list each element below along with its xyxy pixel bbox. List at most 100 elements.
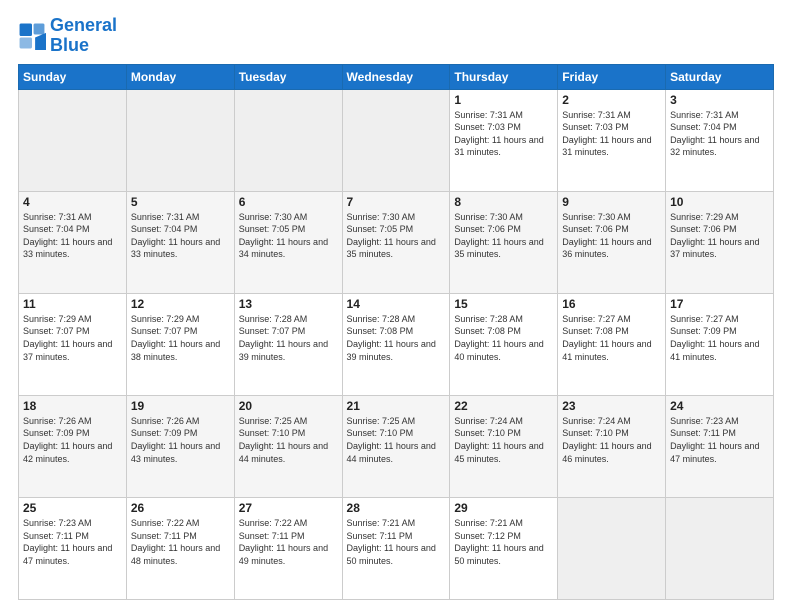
day-number: 1 [454,93,553,107]
day-number: 28 [347,501,446,515]
day-number: 26 [131,501,230,515]
day-cell: 27 Sunrise: 7:22 AM Sunset: 7:11 PM Dayli… [234,497,342,599]
day-info: Sunrise: 7:31 AM Sunset: 7:03 PM Dayligh… [454,109,553,159]
day-cell: 12 Sunrise: 7:29 AM Sunset: 7:07 PM Dayli… [126,293,234,395]
day-cell: 18Sunrise: 7:26 AM Sunset: 7:09 PM Dayli… [19,395,127,497]
weekday-header-saturday: Saturday [666,64,774,89]
day-info: Sunrise: 7:30 AM Sunset: 7:06 PM Dayligh… [562,211,661,261]
day-cell: 10 Sunrise: 7:29 AM Sunset: 7:06 PM Dayli… [666,191,774,293]
day-number: 6 [239,195,338,209]
day-cell [234,89,342,191]
day-cell: 9 Sunrise: 7:30 AM Sunset: 7:06 PM Daylig… [558,191,666,293]
day-number: 12 [131,297,230,311]
page: General Blue SundayMondayTuesdayWednesda… [0,0,792,612]
day-number: 23 [562,399,661,413]
logo: General Blue [18,16,117,56]
day-number: 25 [23,501,122,515]
day-info: Sunrise: 7:31 AM Sunset: 7:04 PM Dayligh… [23,211,122,261]
day-info: Sunrise: 7:26 AM Sunset: 7:09 PM Dayligh… [23,415,122,465]
day-cell: 14Sunrise: 7:28 AM Sunset: 7:08 PM Dayli… [342,293,450,395]
day-info: Sunrise: 7:30 AM Sunset: 7:06 PM Dayligh… [454,211,553,261]
day-info: Sunrise: 7:29 AM Sunset: 7:06 PM Dayligh… [670,211,769,261]
day-number: 29 [454,501,553,515]
day-info: Sunrise: 7:28 AM Sunset: 7:07 PM Dayligh… [239,313,338,363]
day-info: Sunrise: 7:29 AM Sunset: 7:07 PM Dayligh… [131,313,230,363]
day-info: Sunrise: 7:31 AM Sunset: 7:04 PM Dayligh… [131,211,230,261]
day-number: 7 [347,195,446,209]
day-cell [558,497,666,599]
day-cell: 25 Sunrise: 7:23 AM Sunset: 7:11 PM Dayli… [19,497,127,599]
day-info: Sunrise: 7:27 AM Sunset: 7:08 PM Dayligh… [562,313,661,363]
day-number: 13 [239,297,338,311]
weekday-header-row: SundayMondayTuesdayWednesdayThursdayFrid… [19,64,774,89]
day-number: 5 [131,195,230,209]
day-number: 2 [562,93,661,107]
weekday-header-friday: Friday [558,64,666,89]
day-info: Sunrise: 7:27 AM Sunset: 7:09 PM Dayligh… [670,313,769,363]
day-cell: 24Sunrise: 7:23 AM Sunset: 7:11 PM Dayli… [666,395,774,497]
day-info: Sunrise: 7:28 AM Sunset: 7:08 PM Dayligh… [347,313,446,363]
day-number: 9 [562,195,661,209]
day-cell: 19 Sunrise: 7:26 AM Sunset: 7:09 PM Dayli… [126,395,234,497]
day-info: Sunrise: 7:22 AM Sunset: 7:11 PM Dayligh… [131,517,230,567]
weekday-header-wednesday: Wednesday [342,64,450,89]
day-info: Sunrise: 7:21 AM Sunset: 7:12 PM Dayligh… [454,517,553,567]
day-info: Sunrise: 7:31 AM Sunset: 7:03 PM Dayligh… [562,109,661,159]
day-info: Sunrise: 7:30 AM Sunset: 7:05 PM Dayligh… [347,211,446,261]
week-row-3: 11Sunrise: 7:29 AM Sunset: 7:07 PM Dayli… [19,293,774,395]
week-row-2: 4Sunrise: 7:31 AM Sunset: 7:04 PM Daylig… [19,191,774,293]
day-cell: 4Sunrise: 7:31 AM Sunset: 7:04 PM Daylig… [19,191,127,293]
day-info: Sunrise: 7:30 AM Sunset: 7:05 PM Dayligh… [239,211,338,261]
day-cell: 28 Sunrise: 7:21 AM Sunset: 7:11 PM Dayli… [342,497,450,599]
day-info: Sunrise: 7:25 AM Sunset: 7:10 PM Dayligh… [239,415,338,465]
day-info: Sunrise: 7:29 AM Sunset: 7:07 PM Dayligh… [23,313,122,363]
day-number: 27 [239,501,338,515]
day-info: Sunrise: 7:24 AM Sunset: 7:10 PM Dayligh… [562,415,661,465]
day-cell: 11Sunrise: 7:29 AM Sunset: 7:07 PM Dayli… [19,293,127,395]
day-info: Sunrise: 7:26 AM Sunset: 7:09 PM Dayligh… [131,415,230,465]
day-cell [126,89,234,191]
day-number: 15 [454,297,553,311]
day-number: 10 [670,195,769,209]
day-info: Sunrise: 7:22 AM Sunset: 7:11 PM Dayligh… [239,517,338,567]
weekday-header-thursday: Thursday [450,64,558,89]
day-cell: 6 Sunrise: 7:30 AM Sunset: 7:05 PM Daylig… [234,191,342,293]
day-number: 8 [454,195,553,209]
logo-icon [18,22,46,50]
day-cell: 16 Sunrise: 7:27 AM Sunset: 7:08 PM Dayli… [558,293,666,395]
day-cell [19,89,127,191]
day-cell: 5 Sunrise: 7:31 AM Sunset: 7:04 PM Daylig… [126,191,234,293]
day-cell: 15 Sunrise: 7:28 AM Sunset: 7:08 PM Dayli… [450,293,558,395]
day-number: 19 [131,399,230,413]
week-row-1: 1 Sunrise: 7:31 AM Sunset: 7:03 PM Daylig… [19,89,774,191]
weekday-header-monday: Monday [126,64,234,89]
day-number: 20 [239,399,338,413]
day-number: 22 [454,399,553,413]
day-info: Sunrise: 7:28 AM Sunset: 7:08 PM Dayligh… [454,313,553,363]
day-cell: 22 Sunrise: 7:24 AM Sunset: 7:10 PM Dayli… [450,395,558,497]
day-info: Sunrise: 7:23 AM Sunset: 7:11 PM Dayligh… [23,517,122,567]
day-info: Sunrise: 7:24 AM Sunset: 7:10 PM Dayligh… [454,415,553,465]
day-number: 24 [670,399,769,413]
weekday-header-tuesday: Tuesday [234,64,342,89]
day-cell: 13 Sunrise: 7:28 AM Sunset: 7:07 PM Dayli… [234,293,342,395]
day-info: Sunrise: 7:25 AM Sunset: 7:10 PM Dayligh… [347,415,446,465]
day-cell: 7 Sunrise: 7:30 AM Sunset: 7:05 PM Daylig… [342,191,450,293]
week-row-4: 18Sunrise: 7:26 AM Sunset: 7:09 PM Dayli… [19,395,774,497]
day-cell: 1 Sunrise: 7:31 AM Sunset: 7:03 PM Daylig… [450,89,558,191]
logo-text: General Blue [50,16,117,56]
week-row-5: 25 Sunrise: 7:23 AM Sunset: 7:11 PM Dayli… [19,497,774,599]
header: General Blue [18,16,774,56]
day-number: 17 [670,297,769,311]
day-cell: 17 Sunrise: 7:27 AM Sunset: 7:09 PM Dayli… [666,293,774,395]
day-info: Sunrise: 7:31 AM Sunset: 7:04 PM Dayligh… [670,109,769,159]
day-number: 3 [670,93,769,107]
day-cell: 2 Sunrise: 7:31 AM Sunset: 7:03 PM Daylig… [558,89,666,191]
day-number: 16 [562,297,661,311]
day-info: Sunrise: 7:21 AM Sunset: 7:11 PM Dayligh… [347,517,446,567]
day-cell [666,497,774,599]
day-number: 21 [347,399,446,413]
day-cell: 20 Sunrise: 7:25 AM Sunset: 7:10 PM Dayli… [234,395,342,497]
day-cell: 8 Sunrise: 7:30 AM Sunset: 7:06 PM Daylig… [450,191,558,293]
day-cell: 26 Sunrise: 7:22 AM Sunset: 7:11 PM Dayli… [126,497,234,599]
